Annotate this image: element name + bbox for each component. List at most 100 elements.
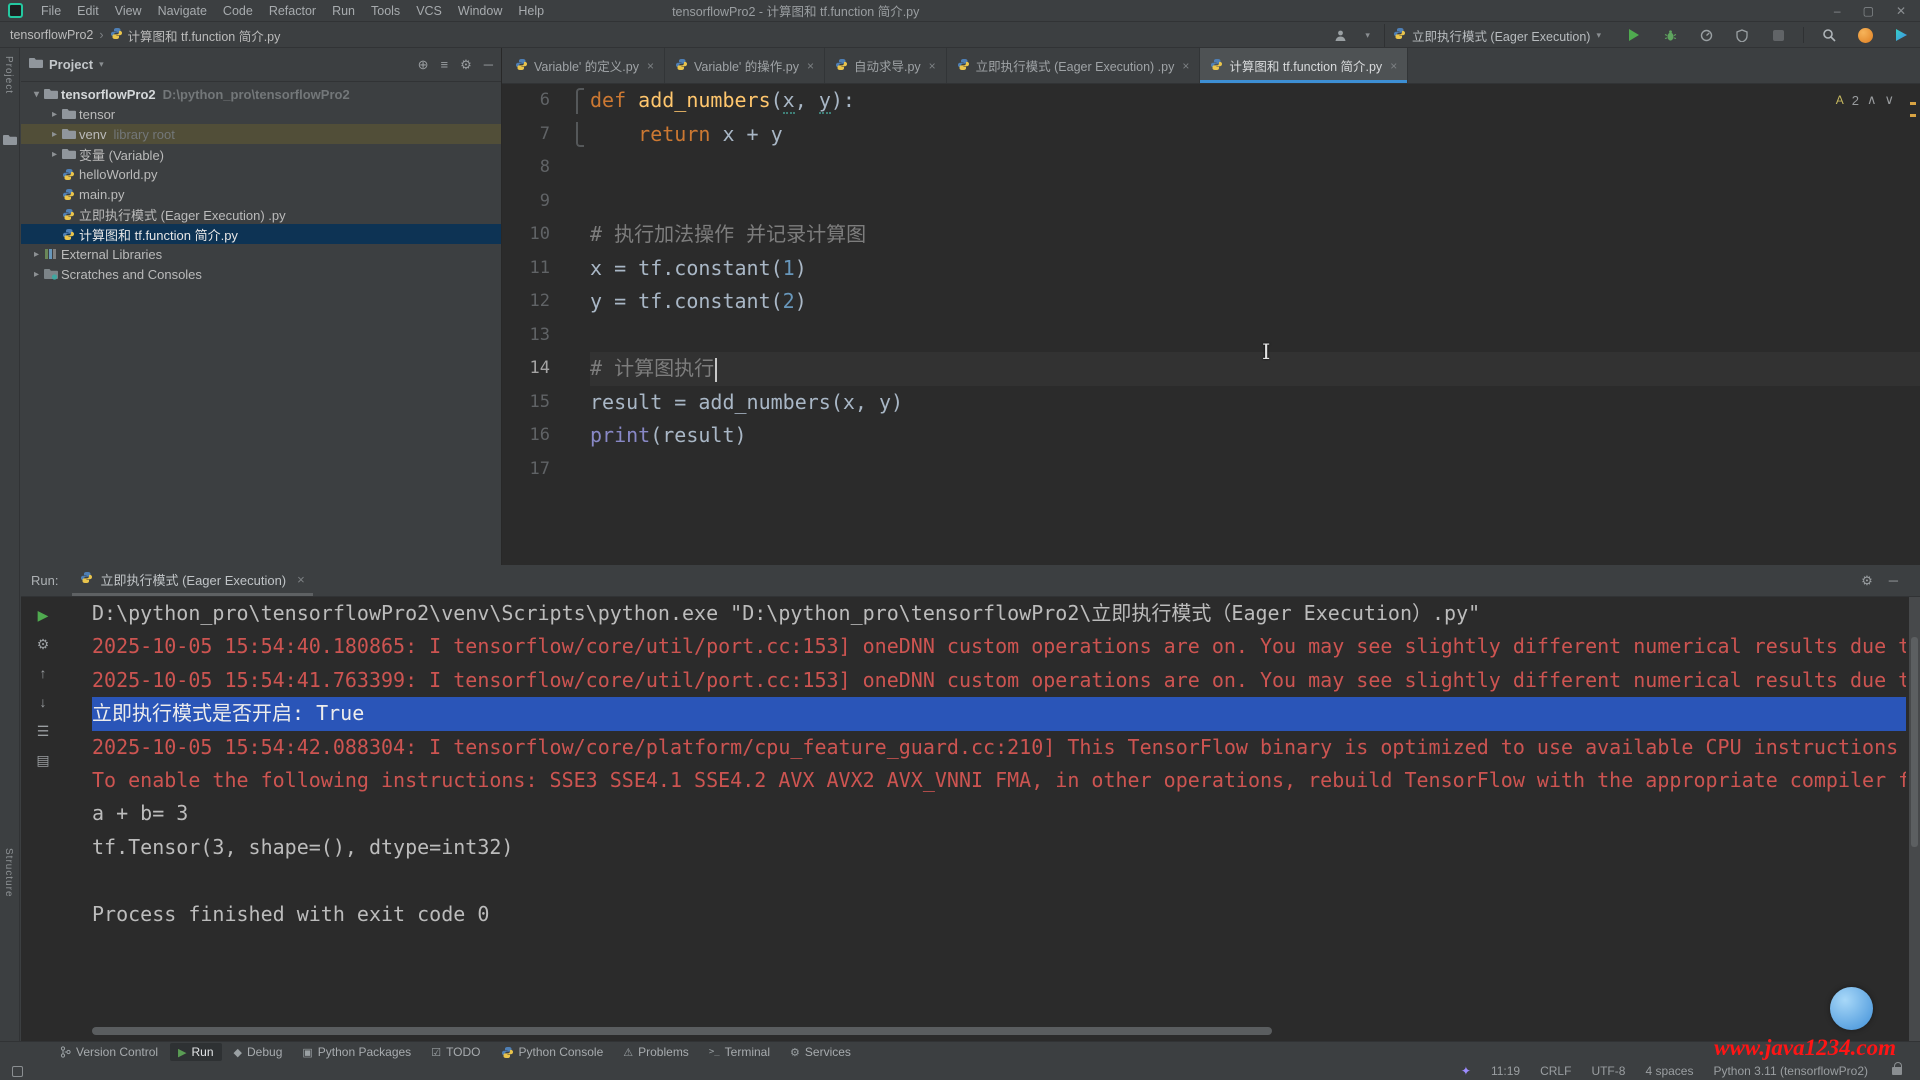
tree-item[interactable]: main.py: [21, 184, 501, 204]
tree-item[interactable]: ▾tensorflowPro2D:\python_pro\tensorflowP…: [21, 84, 501, 104]
settings-gear-icon[interactable]: ⚙: [1861, 573, 1873, 589]
indent-style[interactable]: 4 spaces: [1645, 1064, 1693, 1078]
update-notification-icon[interactable]: [1854, 25, 1876, 45]
close-icon[interactable]: ×: [807, 59, 814, 73]
close-icon[interactable]: ×: [929, 59, 936, 73]
menu-item-vcs[interactable]: VCS: [408, 4, 450, 18]
scroll-up-icon[interactable]: ↑: [33, 663, 53, 683]
toolwindow-button-terminal[interactable]: >_Terminal: [701, 1043, 778, 1061]
soft-wrap-menu-icon[interactable]: ☰: [33, 721, 53, 741]
tree-item[interactable]: ▸venvlibrary root: [21, 124, 501, 144]
breadcrumb-project[interactable]: tensorflowPro2: [10, 28, 93, 42]
inspection-widget[interactable]: A 2 ∧ ∨: [1836, 92, 1894, 108]
run-configuration-select[interactable]: 立即执行模式 (Eager Execution) ▾: [1384, 24, 1609, 47]
menu-item-tools[interactable]: Tools: [363, 4, 408, 18]
toolwindow-button-python-console[interactable]: Python Console: [493, 1043, 612, 1061]
tree-item[interactable]: ▸变量 (Variable): [21, 144, 501, 164]
tree-item[interactable]: ▸tensor: [21, 104, 501, 124]
profiler-button[interactable]: [1695, 25, 1717, 45]
run-console-tab[interactable]: 立即执行模式 (Eager Execution) ×: [72, 565, 312, 596]
tree-item[interactable]: ▸Scratches and Consoles: [21, 264, 501, 284]
expand-arrow-icon[interactable]: ▸: [29, 269, 44, 280]
project-tree[interactable]: ▾tensorflowPro2D:\python_pro\tensorflowP…: [21, 82, 501, 284]
toolwindow-button-run[interactable]: ▶Run: [170, 1043, 221, 1061]
console-vertical-scrollbar[interactable]: [1909, 597, 1920, 1041]
close-icon[interactable]: ×: [1390, 59, 1397, 73]
console-horizontal-scrollbar[interactable]: [92, 1027, 1272, 1035]
toolwindow-button-label: Debug: [247, 1045, 282, 1059]
locate-file-icon[interactable]: ⊕: [418, 57, 429, 73]
editor-tab[interactable]: 计算图和 tf.function 简介.py×: [1200, 48, 1408, 83]
project-stripe-button[interactable]: Project: [3, 56, 14, 94]
editor-tab[interactable]: Variable' 的操作.py ×: [665, 48, 825, 83]
tree-item[interactable]: helloWorld.py: [21, 164, 501, 184]
minimize-icon[interactable]: –: [1834, 4, 1841, 18]
expand-arrow-icon[interactable]: ▾: [29, 89, 44, 100]
console-output[interactable]: D:\python_pro\tensorflowPro2\venv\Script…: [92, 597, 1906, 1041]
menu-item-file[interactable]: File: [33, 4, 69, 18]
code-editor[interactable]: 6def add_numbers(x, y):7 return x + y891…: [502, 84, 1920, 565]
expand-arrow-icon[interactable]: ▸: [47, 129, 62, 140]
menu-item-code[interactable]: Code: [215, 4, 261, 18]
status-bar-widgets: ✦ 11:19 CRLF UTF-8 4 spaces Python 3.11 …: [1461, 1064, 1910, 1078]
menu-item-navigate[interactable]: Navigate: [150, 4, 215, 18]
tree-item-label: 计算图和 tf.function 简介.py: [79, 225, 238, 244]
chevron-down-icon[interactable]: ∨: [1884, 92, 1894, 108]
line-separator[interactable]: CRLF: [1540, 1064, 1571, 1078]
assistant-icon[interactable]: [1890, 25, 1912, 45]
hide-panel-icon[interactable]: ─: [484, 57, 493, 72]
chevron-up-icon[interactable]: ∧: [1867, 92, 1877, 108]
close-icon[interactable]: ×: [647, 59, 654, 73]
menu-item-edit[interactable]: Edit: [69, 4, 107, 18]
debug-button[interactable]: [1659, 25, 1681, 45]
expand-arrow-icon[interactable]: ▸: [47, 149, 62, 160]
breadcrumb-file[interactable]: 计算图和 tf.function 简介.py: [128, 26, 281, 45]
project-panel-title[interactable]: Project: [49, 57, 93, 72]
print-icon[interactable]: ▤: [33, 750, 53, 770]
floating-badge[interactable]: [1830, 987, 1873, 1030]
tree-item[interactable]: ▸External Libraries: [21, 244, 501, 264]
toolwindow-button-python-packages[interactable]: ▣Python Packages: [294, 1043, 419, 1061]
lock-icon[interactable]: [1892, 1067, 1902, 1075]
toolwindow-button-debug[interactable]: ◆Debug: [226, 1043, 291, 1061]
close-icon[interactable]: ×: [1182, 59, 1189, 73]
run-button[interactable]: [1623, 25, 1645, 45]
editor-tab[interactable]: 自动求导.py×: [825, 48, 947, 83]
settings-wrench-icon[interactable]: ⚙: [33, 634, 53, 654]
layout-icon[interactable]: [12, 1066, 23, 1077]
tree-item[interactable]: 计算图和 tf.function 简介.py: [21, 224, 501, 244]
scroll-down-icon[interactable]: ↓: [33, 692, 53, 712]
toolwindow-button-problems[interactable]: ⚠Problems: [615, 1043, 697, 1061]
menu-item-run[interactable]: Run: [324, 4, 363, 18]
stop-button[interactable]: [1767, 25, 1789, 45]
user-icon[interactable]: [1329, 25, 1351, 45]
ai-assistant-icon[interactable]: ✦: [1461, 1064, 1471, 1078]
menu-item-window[interactable]: Window: [450, 4, 510, 18]
coverage-button[interactable]: [1731, 25, 1753, 45]
toolwindow-button-todo[interactable]: ☑TODO: [423, 1043, 488, 1061]
menu-item-refactor[interactable]: Refactor: [261, 4, 324, 18]
file-encoding[interactable]: UTF-8: [1591, 1064, 1625, 1078]
rerun-icon[interactable]: ▶: [33, 605, 53, 625]
settings-gear-icon[interactable]: ⚙: [460, 57, 472, 73]
structure-stripe-button[interactable]: Structure: [3, 848, 14, 898]
menu-item-help[interactable]: Help: [510, 4, 552, 18]
close-icon[interactable]: ×: [297, 572, 305, 587]
close-icon[interactable]: ✕: [1896, 4, 1906, 18]
editor-tab[interactable]: Variable' 的定义.py×: [505, 48, 665, 83]
expand-arrow-icon[interactable]: ▸: [47, 109, 62, 120]
maximize-icon[interactable]: ▢: [1863, 4, 1874, 18]
editor-tab-label: Variable' 的操作.py: [694, 56, 799, 75]
editor-scrollbar[interactable]: [1908, 88, 1918, 558]
collapse-all-icon[interactable]: ≡: [441, 57, 449, 72]
expand-arrow-icon[interactable]: ▸: [29, 249, 44, 260]
search-icon[interactable]: [1818, 25, 1840, 45]
toolwindow-button-services[interactable]: ⚙Services: [782, 1043, 859, 1061]
menu-item-view[interactable]: View: [107, 4, 150, 18]
hide-panel-icon[interactable]: ─: [1889, 573, 1898, 589]
editor-tab[interactable]: 立即执行模式 (Eager Execution) .py×: [947, 48, 1201, 83]
python-interpreter[interactable]: Python 3.11 (tensorflowPro2): [1713, 1064, 1868, 1078]
toolwindow-button-version-control[interactable]: Version Control: [52, 1043, 166, 1061]
tree-item[interactable]: 立即执行模式 (Eager Execution) .py: [21, 204, 501, 224]
caret-position[interactable]: 11:19: [1491, 1064, 1520, 1078]
